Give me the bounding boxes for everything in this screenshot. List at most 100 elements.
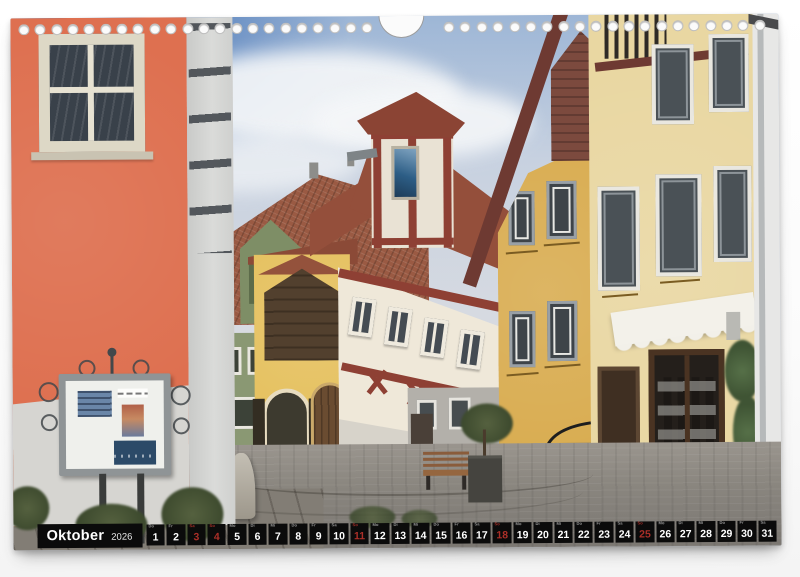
timber-band [372, 238, 454, 246]
date-cell: Fr 30 [738, 521, 757, 542]
weekday-abbr: Do [291, 524, 297, 528]
binding-hole [672, 20, 683, 31]
binding-hole [525, 21, 536, 32]
binding-hole [754, 20, 765, 31]
weekday-abbr: Sa [189, 524, 194, 528]
month-name: Oktober [46, 524, 104, 548]
corner-windows [188, 23, 231, 253]
day-number: 30 [738, 528, 756, 540]
date-cell: So 11 [350, 523, 369, 544]
window [384, 307, 413, 348]
flower-bracket [507, 372, 539, 376]
weekday-abbr: Sa [475, 522, 480, 526]
board-finial [107, 348, 116, 357]
binding-hole [476, 21, 487, 32]
flower-bracket [544, 364, 580, 369]
binding-hole [18, 24, 29, 35]
timbered-dormer [363, 92, 460, 253]
day-number: 5 [228, 531, 246, 543]
weekday-abbr: Do [434, 523, 440, 527]
planter-tree-trunk [483, 429, 486, 457]
weekday-abbr: Di [393, 523, 397, 527]
window [713, 166, 752, 262]
binding-hole [721, 20, 732, 31]
window-mullion [50, 87, 134, 94]
binding-hole [623, 21, 634, 32]
weekday-abbr: Mi [699, 521, 704, 525]
notice-board [59, 373, 172, 476]
date-cell: Fr 23 [595, 522, 614, 543]
dormer-roof [357, 92, 465, 139]
weekday-abbr: Mi [271, 524, 276, 528]
date-cell: Do 15 [432, 523, 451, 544]
notice-board-panel [66, 380, 165, 469]
flower-bracket [506, 250, 538, 254]
weekday-abbr: Mi [413, 523, 418, 527]
date-cell: Mo 5 [228, 524, 247, 545]
binding-hole [247, 23, 258, 34]
weekday-abbr: Fr [597, 522, 601, 526]
weekday-abbr: So [638, 521, 643, 525]
weekday-abbr: Mo [230, 524, 236, 528]
date-cell: Mo 12 [371, 523, 390, 544]
binding-hole [329, 22, 340, 33]
poster [114, 440, 156, 464]
day-number: 9 [309, 530, 327, 542]
binding-hole [100, 24, 111, 35]
date-cell: Mi 7 [269, 524, 288, 545]
day-number: 15 [432, 530, 450, 542]
date-cell: Sa 17 [473, 522, 492, 543]
day-number: 31 [758, 528, 776, 540]
binding-hole [656, 20, 667, 31]
date-cell: Do 1 [146, 524, 165, 545]
calendar-page: Oktober 2026 Do 1 Fr 2 Sa 3 So 4 Mo 5 Di… [10, 14, 781, 551]
date-cell: Mi 14 [411, 523, 430, 544]
weekday-abbr: Sa [760, 521, 765, 525]
window [348, 297, 377, 338]
binding-hole [51, 24, 62, 35]
day-number: 3 [187, 531, 205, 543]
date-cells: Do 1 Fr 2 Sa 3 So 4 Mo 5 Di 6 Mi 7 Do 8 … [146, 521, 776, 546]
planter-tree-foliage [461, 403, 513, 443]
weekday-abbr: Do [577, 522, 583, 526]
window [652, 44, 694, 124]
date-cell: Mi 21 [554, 522, 573, 543]
day-number: 23 [595, 529, 613, 541]
window [420, 317, 449, 358]
date-cell: Do 8 [289, 524, 308, 545]
poster [78, 391, 112, 417]
binding-hole [149, 23, 160, 34]
weekday-abbr: Sa [332, 523, 337, 527]
poster [118, 389, 148, 398]
weekday-abbr: Fr [740, 521, 744, 525]
day-number: 21 [554, 529, 572, 541]
binding-hole [67, 24, 78, 35]
binding-hole [296, 23, 307, 34]
orange-building-window [38, 34, 145, 153]
dormer-window [391, 146, 419, 200]
day-number: 4 [208, 531, 226, 543]
binding-hole [345, 22, 356, 33]
gray-corner-building [186, 17, 235, 525]
day-number: 29 [717, 528, 735, 540]
binding-hole [574, 21, 585, 32]
date-cell: Sa 24 [615, 522, 634, 543]
iron-scroll [39, 382, 59, 402]
weekday-abbr: So [209, 524, 214, 528]
binding-hole [558, 21, 569, 32]
day-number: 13 [391, 530, 409, 542]
day-number: 11 [350, 530, 368, 542]
window [655, 174, 702, 276]
day-number: 25 [636, 528, 654, 540]
day-number: 17 [473, 529, 491, 541]
day-number: 12 [371, 530, 389, 542]
flower-bracket [544, 242, 580, 247]
date-cell: Sa 31 [758, 521, 777, 542]
binding-hole [182, 23, 193, 34]
binding-hole [280, 23, 291, 34]
weekday-abbr: Di [250, 524, 254, 528]
timber-post [443, 130, 452, 248]
date-cell: Do 29 [717, 521, 736, 542]
weekday-abbr: Mi [556, 522, 561, 526]
weekday-abbr: Fr [311, 523, 315, 527]
